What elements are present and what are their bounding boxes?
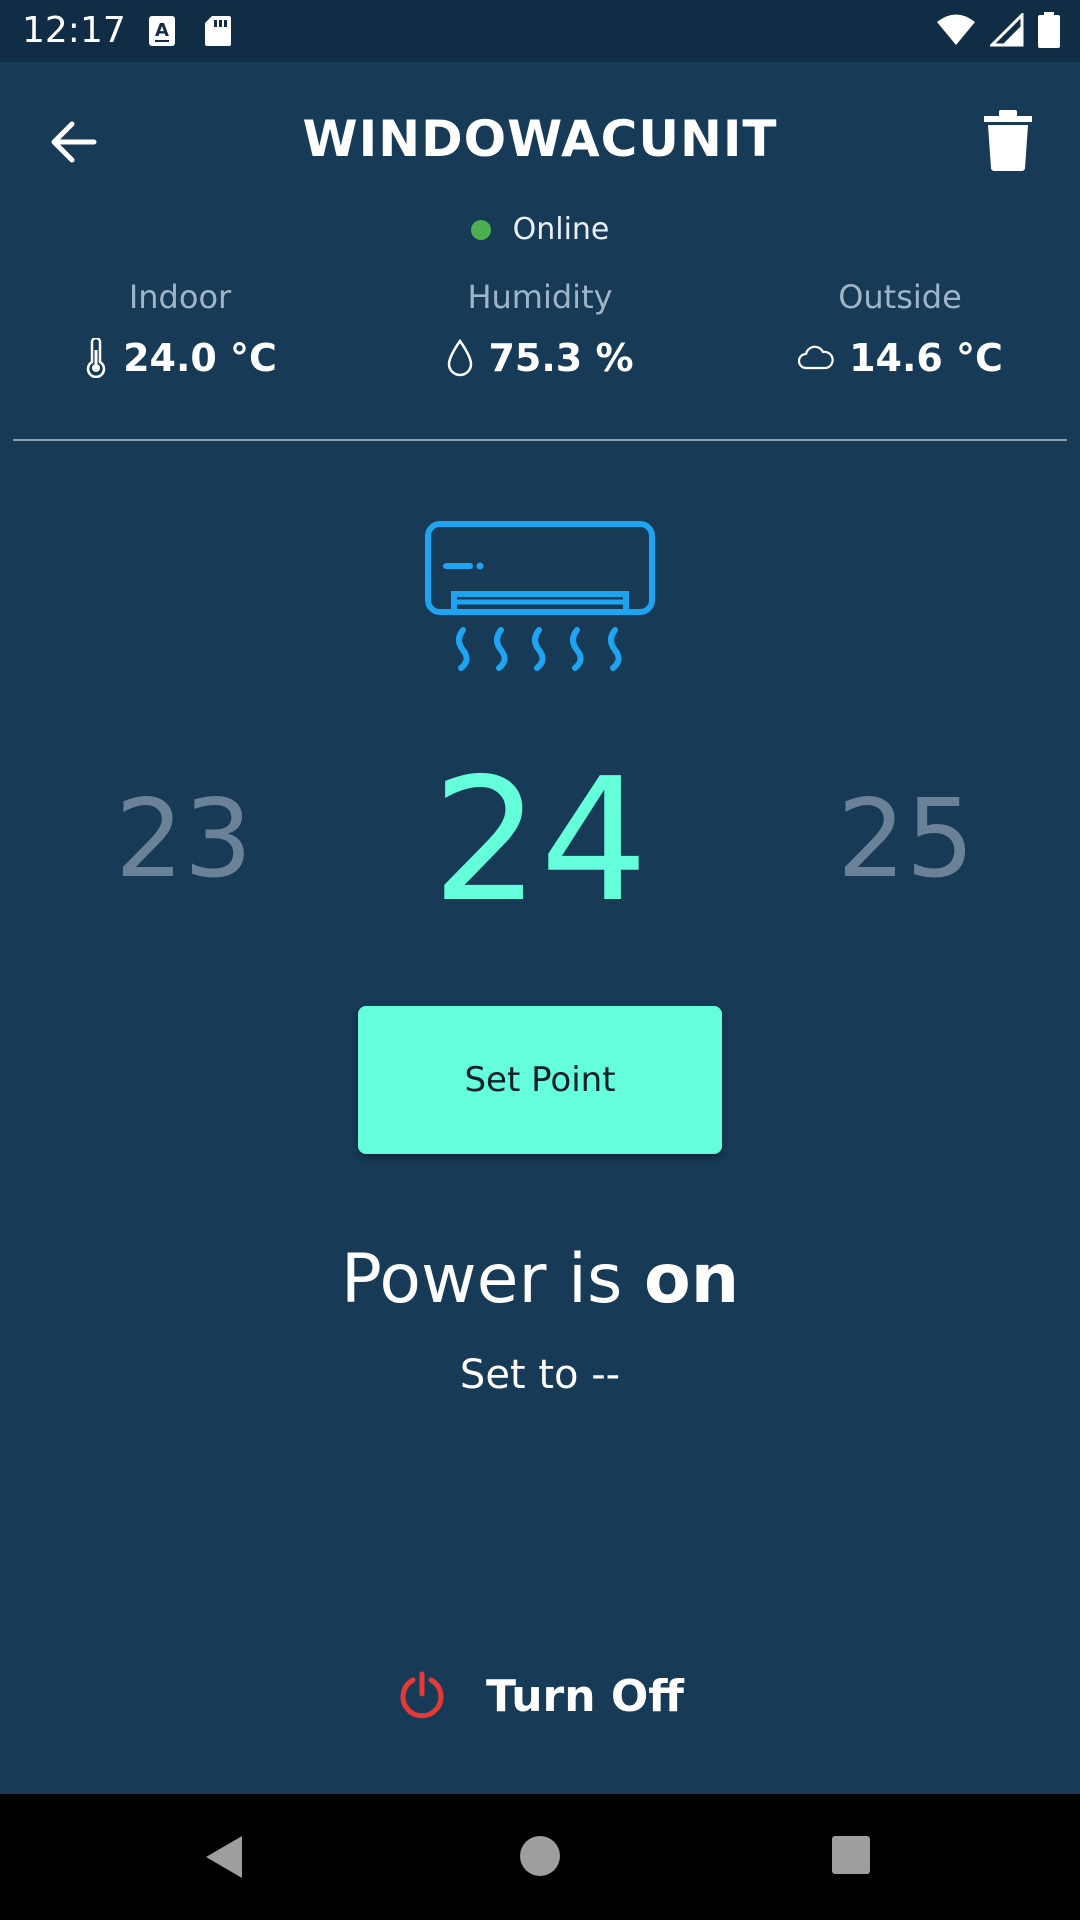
cell-signal-icon <box>988 11 1024 51</box>
set-to-label: Set to -- <box>459 1352 621 1398</box>
power-status-state: on <box>644 1240 740 1319</box>
indoor-value: 24.0 °C <box>123 336 277 380</box>
connection-status-label: Online <box>512 212 610 247</box>
power-status-prefix: Power is <box>340 1240 644 1319</box>
navigation-bar <box>0 1794 1080 1920</box>
indoor-label: Indoor <box>128 278 232 316</box>
power-icon <box>400 1671 444 1719</box>
air-conditioner-icon <box>420 520 660 680</box>
status-time: 12:17 <box>22 10 126 51</box>
nav-recents-button[interactable] <box>832 1836 870 1874</box>
app-bar: WINDOWACUNIT <box>0 62 1080 212</box>
delete-button[interactable] <box>980 108 1036 172</box>
connection-status: Online <box>0 212 1080 247</box>
trash-icon <box>984 110 1032 171</box>
thermometer-icon <box>86 338 106 378</box>
power-status: Power is on <box>0 1240 1080 1320</box>
turn-off-button[interactable]: Turn Off <box>0 1670 1080 1722</box>
indoor-stat: Indoor 24.0 °C <box>30 272 330 388</box>
humidity-label: Humidity <box>467 278 613 316</box>
divider <box>13 439 1067 441</box>
humidity-stat: Humidity 75.3 % <box>390 272 690 388</box>
wifi-icon <box>936 13 976 51</box>
nav-home-button[interactable] <box>520 1836 560 1876</box>
cloud-icon <box>797 345 834 370</box>
water-drop-icon <box>448 338 473 377</box>
page-title: WINDOWACUNIT <box>302 110 778 168</box>
status-bar: 12:17 A <box>0 0 1080 62</box>
outside-stat: Outside 14.6 °C <box>750 272 1050 388</box>
outside-label: Outside <box>838 278 962 316</box>
outside-value: 14.6 °C <box>849 336 1003 380</box>
keyboard-notification-icon: A <box>148 15 176 51</box>
set-point-button[interactable]: Set Point <box>358 1006 722 1154</box>
turn-off-label: Turn Off <box>486 1670 684 1722</box>
humidity-value: 75.3 % <box>488 336 634 380</box>
nav-back-triangle-icon <box>206 1836 242 1878</box>
sensor-stats: Indoor 24.0 °C Humidity 75.3 % Outside 1… <box>0 272 1080 382</box>
online-indicator-dot <box>470 219 491 240</box>
nav-back-button[interactable] <box>204 1834 244 1884</box>
battery-icon <box>1038 12 1060 52</box>
svg-text:A: A <box>155 20 169 41</box>
sd-card-icon <box>204 15 232 51</box>
temperature-option-next[interactable]: 25 <box>837 786 974 894</box>
